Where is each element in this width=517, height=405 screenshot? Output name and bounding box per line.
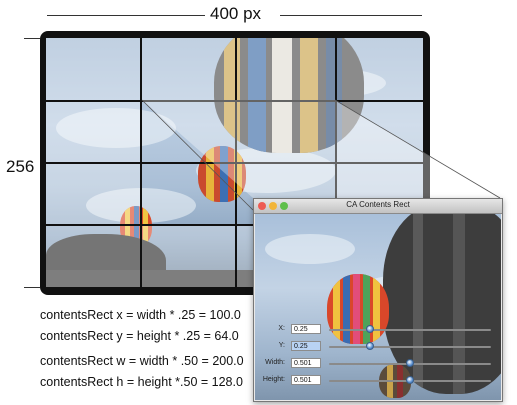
window-title: CA Contents Rect bbox=[346, 200, 410, 209]
y-label: Y: bbox=[278, 342, 285, 349]
y-field[interactable]: 0.25 bbox=[291, 341, 321, 351]
window-titlebar[interactable]: CA Contents Rect bbox=[254, 199, 502, 214]
width-label: Width: bbox=[265, 359, 285, 366]
y-slider-track[interactable] bbox=[329, 346, 491, 348]
height-slider-knob[interactable] bbox=[406, 376, 415, 384]
x-slider-knob[interactable] bbox=[365, 325, 374, 333]
width-control-row: Width: 0.501 bbox=[255, 358, 501, 370]
width-field[interactable]: 0.501 bbox=[291, 358, 321, 368]
width-slider-knob[interactable] bbox=[406, 359, 415, 367]
x-slider-track[interactable] bbox=[329, 329, 491, 331]
equation-x: contentsRect x = width * .25 = 100.0 bbox=[40, 308, 241, 322]
equation-y: contentsRect y = height * .25 = 64.0 bbox=[40, 329, 239, 343]
height-label: Height: bbox=[262, 376, 285, 383]
height-control-row: Height: 0.501 bbox=[255, 375, 501, 387]
equation-w: contentsRect w = width * .50 = 200.0 bbox=[40, 354, 244, 368]
window-preview: X: 0.25 Y: 0.25 Width: 0.501 Height: 0.5… bbox=[255, 214, 501, 400]
x-field[interactable]: 0.25 bbox=[291, 324, 321, 334]
x-control-row: X: 0.25 bbox=[255, 324, 501, 336]
height-field[interactable]: 0.501 bbox=[291, 375, 321, 385]
x-label: X: bbox=[278, 325, 285, 332]
contents-rect-window[interactable]: CA Contents Rect X: 0.25 Y: 0.25 Width: … bbox=[253, 198, 503, 402]
y-slider-knob[interactable] bbox=[365, 342, 374, 350]
equation-h: contentsRect h = height *.50 = 128.0 bbox=[40, 375, 243, 389]
y-control-row: Y: 0.25 bbox=[255, 341, 501, 353]
